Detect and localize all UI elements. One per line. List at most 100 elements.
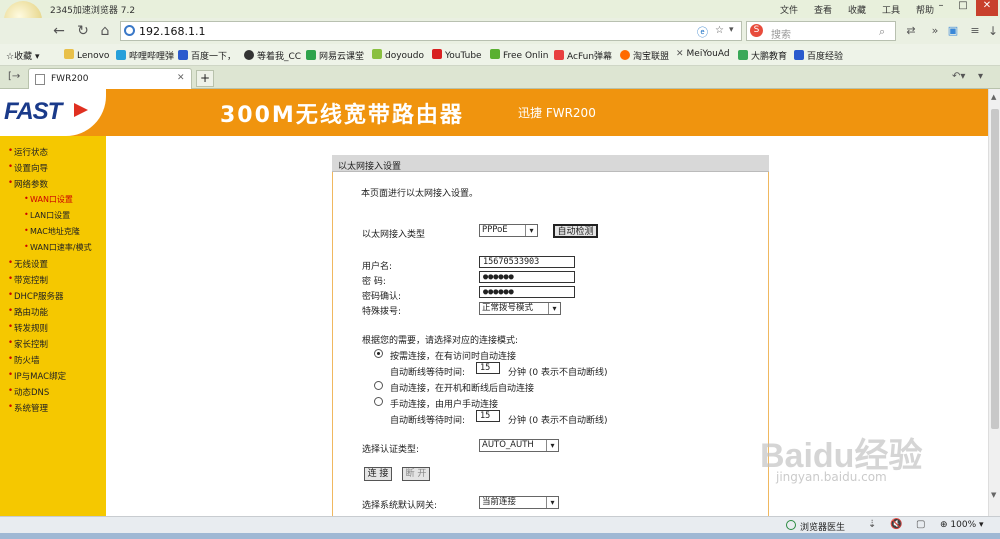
sidebar-item-bandwidth[interactable]: 带宽控制 bbox=[8, 274, 48, 286]
address-bar[interactable]: 192.168.1.1 ⓔ ☆ ▾ bbox=[120, 21, 742, 41]
bookmark-dapeng[interactable]: 大鹏教育 bbox=[738, 49, 787, 62]
menu-tools[interactable]: 工具 bbox=[882, 3, 900, 16]
sidebar-item-wireless[interactable]: 无线设置 bbox=[8, 258, 48, 270]
mute-icon[interactable]: 🔇 bbox=[890, 519, 902, 530]
extensions-icon[interactable]: ⇄ bbox=[902, 22, 920, 40]
compat-mode-icon[interactable]: ⓔ bbox=[697, 24, 708, 40]
idle-time-label-1: 自动断线等待时间: bbox=[390, 368, 466, 378]
bookmark-jingyan[interactable]: 百度经验 bbox=[794, 49, 843, 62]
sidebar-item-routing[interactable]: 路由功能 bbox=[8, 306, 48, 318]
bookmarks-bar: ☆收藏 ▾ Lenovo 哔哩哔哩弹 百度一下， 等着我_CC 网易云课堂 do… bbox=[0, 44, 1000, 66]
menu-icon[interactable]: ≡ bbox=[966, 22, 984, 40]
undo-close-icon[interactable]: ↶▾ bbox=[952, 71, 965, 82]
page-scrollbar[interactable]: ▲ ▼ bbox=[988, 89, 1000, 516]
mode-prompt: 根据您的需要，请选择对应的连接模式: bbox=[362, 336, 519, 346]
minimize-icon[interactable]: – bbox=[930, 0, 952, 16]
sidebar-item-forwarding[interactable]: 转发规则 bbox=[8, 322, 48, 334]
sidebar-item-firewall[interactable]: 防火墙 bbox=[8, 354, 39, 366]
tab-fwr200[interactable]: FWR200 ✕ bbox=[28, 68, 192, 89]
zoom-level[interactable]: ⊕ 100% ▾ bbox=[940, 520, 984, 530]
address-text[interactable]: 192.168.1.1 bbox=[139, 25, 205, 38]
sidebar-item-wan[interactable]: WAN口设置 bbox=[24, 194, 73, 205]
baidu-icon bbox=[794, 50, 804, 60]
radio-manual-connect[interactable] bbox=[374, 397, 383, 406]
radio-on-demand[interactable] bbox=[374, 349, 383, 358]
browser-doctor-link[interactable]: 浏览器医生 bbox=[800, 520, 845, 533]
sidebar-item-dhcp[interactable]: DHCP服务器 bbox=[8, 290, 63, 302]
more-icon[interactable]: » bbox=[926, 22, 944, 40]
radio-auto-connect[interactable] bbox=[374, 381, 383, 390]
tab-bar: [→ FWR200 ✕ + ↶▾ ▾ bbox=[0, 66, 1000, 89]
bookmark-baidu[interactable]: 百度一下， bbox=[178, 49, 236, 62]
tab-list-icon[interactable]: ▾ bbox=[978, 71, 983, 82]
sidebar-item-system[interactable]: 系统管理 bbox=[8, 402, 48, 414]
restore-icon[interactable]: □ bbox=[952, 0, 974, 16]
scroll-up-icon[interactable]: ▲ bbox=[991, 93, 996, 101]
idle-time-label-2: 自动断线等待时间: bbox=[390, 416, 466, 426]
bookmark-favorites[interactable]: ☆收藏 ▾ bbox=[6, 49, 39, 62]
idle-time-input-2[interactable]: 15 bbox=[476, 410, 500, 422]
new-tab-button[interactable]: + bbox=[196, 70, 214, 87]
menu-file[interactable]: 文件 bbox=[780, 3, 798, 16]
gateway-select[interactable]: 当前连接 ▾ bbox=[479, 496, 559, 509]
menu-view[interactable]: 查看 bbox=[814, 3, 832, 16]
bilibili-icon bbox=[116, 50, 126, 60]
refresh-icon[interactable]: ↻ bbox=[74, 22, 92, 40]
sidebar-item-wan-speed[interactable]: WAN口速率/模式 bbox=[24, 242, 92, 253]
confirm-password-input[interactable]: ●●●●●● bbox=[479, 286, 575, 298]
password-input[interactable]: ●●●●●● bbox=[479, 271, 575, 283]
sidebar-item-parental[interactable]: 家长控制 bbox=[8, 338, 48, 350]
sidebar-item-lan[interactable]: LAN口设置 bbox=[24, 210, 70, 221]
bookmark-lenovo[interactable]: Lenovo bbox=[64, 49, 109, 61]
scroll-thumb[interactable] bbox=[991, 109, 999, 429]
bookmark-free-online[interactable]: Free Onlin bbox=[490, 49, 548, 61]
home-icon[interactable]: ⌂ bbox=[96, 22, 114, 40]
os-taskbar bbox=[0, 533, 1000, 539]
bookmark-cc[interactable]: 等着我_CC bbox=[244, 49, 301, 62]
browser-title-bar: 2345加速浏览器 7.2 文件 查看 收藏 工具 帮助 – □ ✕ bbox=[0, 0, 1000, 39]
bookmark-meiyouad[interactable]: ✕ MeiYouAd bbox=[676, 49, 730, 59]
bookmark-taobao[interactable]: 淘宝联盟 bbox=[620, 49, 669, 62]
back-icon[interactable]: ← bbox=[50, 22, 68, 40]
disconnect-button[interactable]: 断 开 bbox=[402, 467, 430, 481]
search-icon[interactable]: ⌕ bbox=[879, 25, 885, 39]
bookmark-youtube[interactable]: YouTube bbox=[432, 49, 482, 61]
header-title: 300M无线宽带路由器 bbox=[220, 103, 464, 128]
fullscreen-icon[interactable]: ▢ bbox=[916, 519, 925, 530]
sidebar-item-status[interactable]: 运行状态 bbox=[8, 146, 48, 158]
bookmark-bilibili[interactable]: 哔哩哔哩弹 bbox=[116, 49, 174, 62]
folder-icon bbox=[64, 49, 74, 59]
search-engine-icon[interactable]: S bbox=[750, 24, 763, 37]
download-manager-icon[interactable]: ⇣ bbox=[868, 519, 876, 530]
opt-on-demand-label: 按需连接，在有访问时自动连接 bbox=[390, 352, 517, 362]
sidebar-item-wizard[interactable]: 设置向导 bbox=[8, 162, 48, 174]
download-icon[interactable]: ↓ bbox=[984, 22, 1000, 40]
bookmark-doyoudo[interactable]: doyoudo bbox=[372, 49, 424, 61]
conn-type-select[interactable]: PPPoE ▾ bbox=[479, 224, 538, 237]
close-tab-icon[interactable]: ✕ bbox=[177, 73, 185, 83]
username-label: 用户名: bbox=[362, 262, 393, 272]
sidebar-item-ip-mac[interactable]: IP与MAC绑定 bbox=[8, 370, 66, 382]
sidebar-toggle-icon[interactable]: [→ bbox=[8, 71, 20, 82]
bookmark-163study[interactable]: 网易云课堂 bbox=[306, 49, 364, 62]
special-dial-select[interactable]: 正常拨号模式 ▾ bbox=[479, 302, 561, 315]
sidebar-item-network[interactable]: 网络参数 bbox=[8, 178, 48, 190]
address-dropdown-icon[interactable]: ▾ bbox=[729, 25, 734, 35]
star-icon[interactable]: ☆ bbox=[715, 25, 724, 36]
connect-button[interactable]: 连 接 bbox=[364, 467, 392, 481]
scroll-down-icon[interactable]: ▼ bbox=[991, 491, 996, 499]
sidebar-item-ddns[interactable]: 动态DNS bbox=[8, 386, 49, 398]
leaf-icon bbox=[490, 49, 500, 59]
bookmark-acfun[interactable]: AcFun弹幕 bbox=[554, 49, 612, 62]
auth-type-select[interactable]: AUTO_AUTH ▾ bbox=[479, 439, 559, 452]
close-window-icon[interactable]: ✕ bbox=[976, 0, 998, 16]
screenshot-icon[interactable]: ▣ bbox=[944, 22, 962, 40]
intro-text: 本页面进行以太网接入设置。 bbox=[361, 189, 479, 199]
username-input[interactable]: 15670533903 bbox=[479, 256, 575, 268]
menu-favorites[interactable]: 收藏 bbox=[848, 3, 866, 16]
sidebar-item-mac-clone[interactable]: MAC地址克隆 bbox=[24, 226, 80, 237]
auto-detect-button[interactable]: 自动检测 bbox=[553, 224, 598, 238]
search-box[interactable]: S 搜索 ⌕ bbox=[746, 21, 896, 41]
site-info-icon bbox=[124, 25, 135, 36]
idle-time-input-1[interactable]: 15 bbox=[476, 362, 500, 374]
